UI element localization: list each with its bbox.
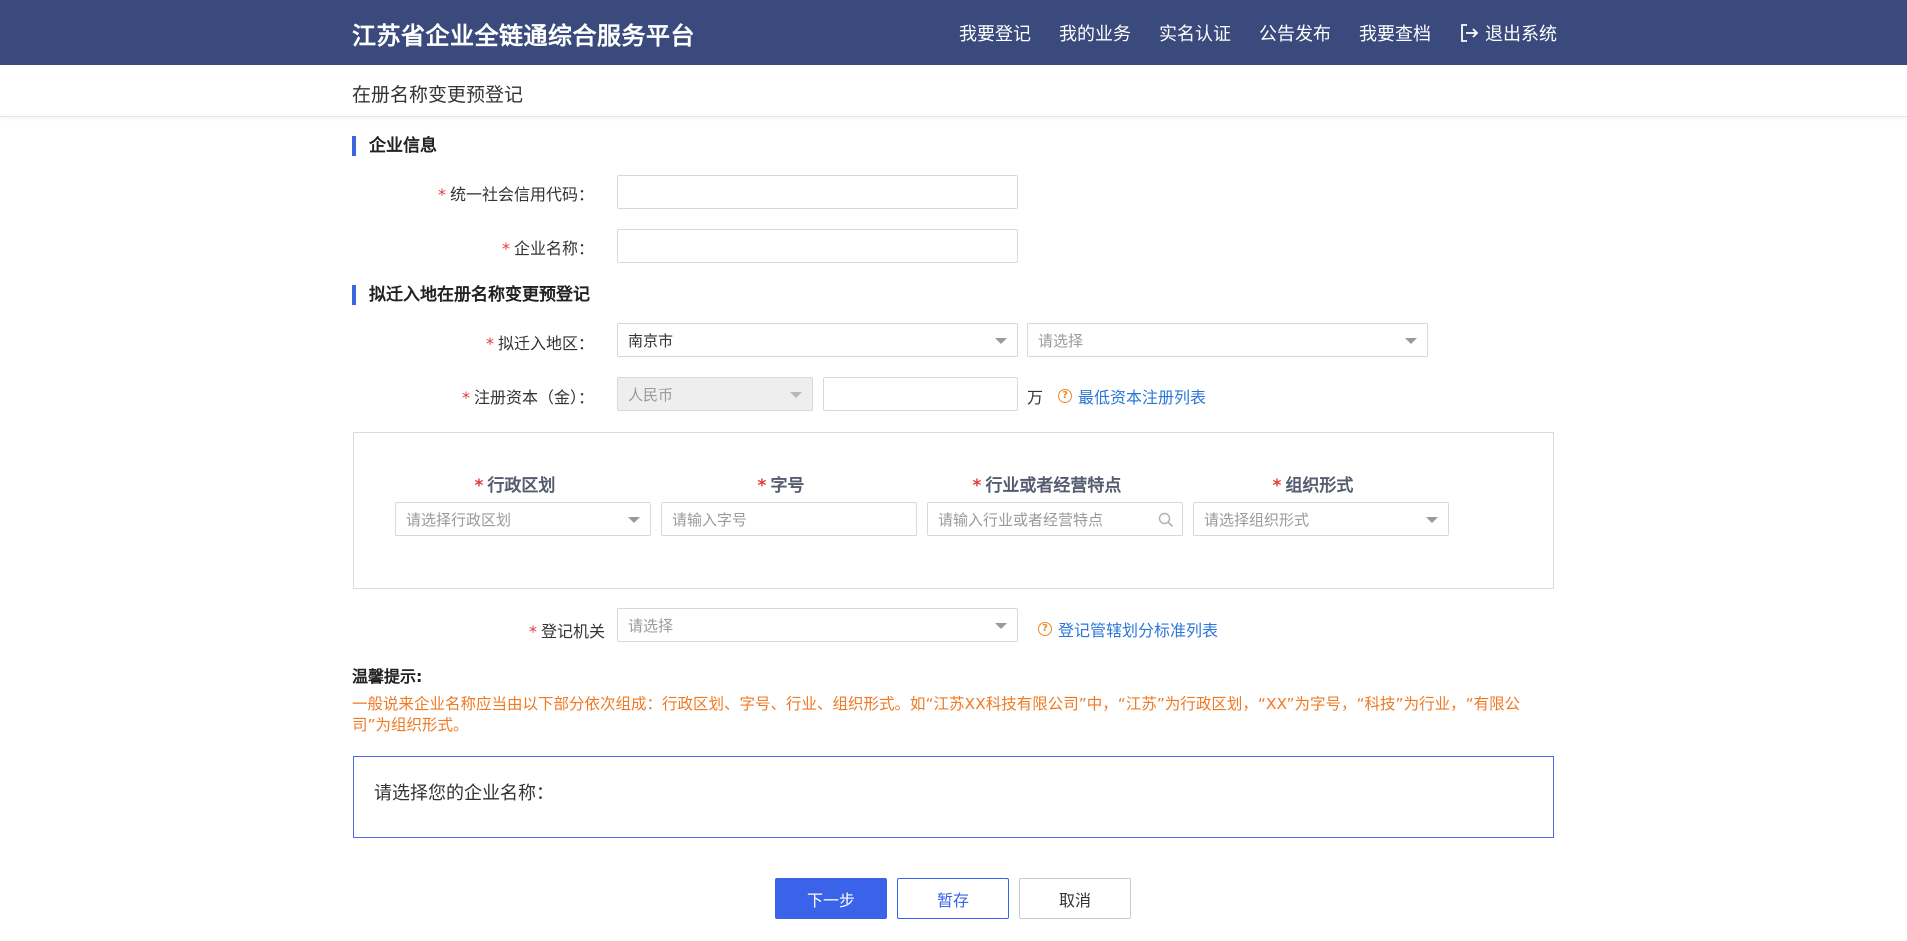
main-nav: 我要登记 我的业务 实名认证 公告发布 我要查档 退出系统 [959, 20, 1557, 46]
industry-header-text: 行业或者经营特点 [985, 476, 1122, 496]
region-city-select[interactable]: 南京市 [617, 323, 1018, 357]
name-composition-panel: * 行政区划 * 字号 * 行业或者经营特点 * 组织形式 请选择行政区划 请输入字号 … [353, 432, 1554, 589]
cancel-button[interactable]: 取消 [1019, 878, 1131, 919]
region-city-value: 南京市 [628, 331, 674, 350]
page-header: 在册名称变更预登记 [0, 65, 1907, 117]
logout-button[interactable]: 退出系统 [1459, 20, 1557, 46]
org-form-header: * 组织形式 [1185, 471, 1441, 496]
credit-code-label-text: 统一社会信用代码： [449, 185, 594, 204]
logout-label: 退出系统 [1485, 24, 1557, 45]
section-title-company: 企业信息 [352, 136, 437, 156]
industry-input[interactable]: 请输入行业或者经营特点 [927, 502, 1183, 536]
org-form-placeholder: 请选择组织形式 [1204, 510, 1310, 529]
platform-title: 江苏省企业全链通综合服务平台 [352, 22, 695, 50]
chevron-down-icon [790, 392, 802, 398]
chevron-down-icon [995, 623, 1007, 629]
org-form-select[interactable]: 请选择组织形式 [1193, 502, 1449, 536]
tips-text: 一般说来企业名称应当由以下部分依次组成：行政区划、字号、行业、组织形式。如“江苏… [352, 695, 1521, 734]
required-mark: * [1272, 476, 1282, 496]
region-district-placeholder: 请选择 [1038, 331, 1084, 350]
capital-amount-input[interactable] [823, 377, 1018, 411]
nav-my-business[interactable]: 我的业务 [1059, 20, 1131, 46]
capital-unit: 万 [1027, 388, 1044, 407]
authority-label-text: 登记机关 [540, 622, 605, 641]
credit-code-label: * 统一社会信用代码： [438, 181, 594, 205]
admin-division-header: * 行政区划 [387, 471, 643, 496]
authority-select[interactable]: 请选择 [617, 608, 1018, 642]
currency-value: 人民币 [628, 385, 674, 404]
industry-header: * 行业或者经营特点 [919, 471, 1175, 496]
authority-placeholder: 请选择 [628, 616, 674, 635]
logout-icon [1461, 24, 1479, 42]
capital-label-text: 注册资本（金）： [473, 388, 594, 407]
next-step-button[interactable]: 下一步 [775, 878, 887, 919]
chevron-down-icon [995, 338, 1007, 344]
currency-select: 人民币 [617, 377, 813, 411]
jurisdiction-standard-text: 登记管辖划分标准列表 [1058, 621, 1219, 640]
question-icon: ? [1038, 622, 1052, 636]
nav-real-name-auth[interactable]: 实名认证 [1159, 20, 1231, 46]
company-name-input[interactable] [617, 229, 1018, 263]
industry-placeholder: 请输入行业或者经营特点 [938, 510, 1104, 529]
required-mark: * [757, 476, 767, 496]
admin-division-select[interactable]: 请选择行政区划 [395, 502, 651, 536]
page-title: 在册名称变更预登记 [352, 84, 524, 106]
required-mark: * [437, 185, 446, 204]
region-district-select[interactable]: 请选择 [1027, 323, 1428, 357]
nav-register[interactable]: 我要登记 [959, 20, 1031, 46]
min-capital-list-link[interactable]: ? 最低资本注册列表 [1058, 384, 1206, 408]
jurisdiction-standard-link[interactable]: ? 登记管辖划分标准列表 [1038, 617, 1218, 641]
required-mark: * [501, 239, 510, 258]
admin-division-placeholder: 请选择行政区划 [406, 510, 512, 529]
required-mark: * [972, 476, 982, 496]
nav-announcement[interactable]: 公告发布 [1259, 20, 1331, 46]
trade-name-input[interactable]: 请输入字号 [661, 502, 917, 536]
trade-name-header: * 字号 [653, 471, 909, 496]
tips-title: 温馨提示: [352, 667, 423, 686]
search-icon[interactable] [1158, 512, 1174, 528]
admin-division-header-text: 行政区划 [487, 476, 556, 496]
capital-label: * 注册资本（金）： [462, 384, 594, 408]
required-mark: * [474, 476, 484, 496]
chevron-down-icon [1405, 338, 1417, 344]
company-name-choice-label: 请选择您的企业名称： [374, 783, 554, 804]
trade-name-header-text: 字号 [770, 476, 805, 496]
section-title-move: 拟迁入地在册名称变更预登记 [352, 285, 590, 305]
nav-archive-query[interactable]: 我要查档 [1359, 20, 1431, 46]
credit-code-input[interactable] [617, 175, 1018, 209]
region-label: * 拟迁入地区： [486, 330, 594, 354]
chevron-down-icon [1426, 517, 1438, 523]
required-mark: * [461, 388, 470, 407]
min-capital-list-text: 最低资本注册列表 [1078, 388, 1207, 407]
top-navbar: 江苏省企业全链通综合服务平台 我要登记 我的业务 实名认证 公告发布 我要查档 … [0, 0, 1907, 65]
question-icon: ? [1058, 389, 1072, 403]
required-mark: * [528, 622, 537, 641]
save-draft-button[interactable]: 暂存 [897, 878, 1009, 919]
required-mark: * [485, 334, 494, 353]
chevron-down-icon [628, 517, 640, 523]
authority-label: * 登记机关 [529, 618, 605, 642]
company-name-label-text: 企业名称： [513, 239, 594, 258]
company-name-choice-box[interactable]: 请选择您的企业名称： [353, 756, 1554, 838]
org-form-header-text: 组织形式 [1285, 476, 1354, 496]
company-name-label: * 企业名称： [502, 235, 594, 259]
region-label-text: 拟迁入地区： [497, 334, 594, 353]
